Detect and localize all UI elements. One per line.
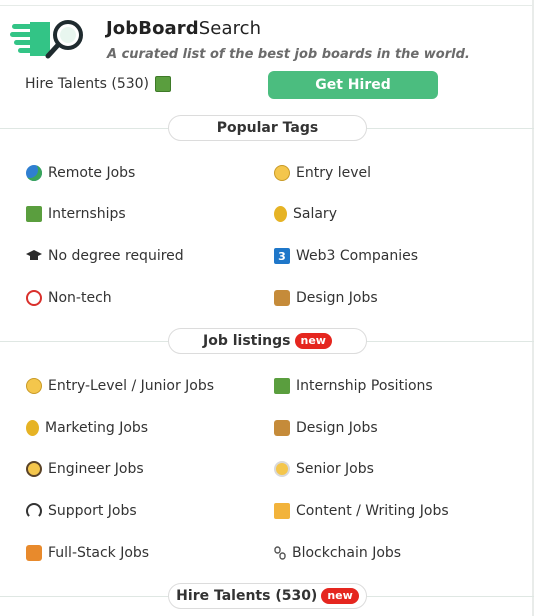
listing-label: Marketing Jobs — [45, 420, 149, 436]
tag-salary[interactable]: Salary — [274, 206, 337, 222]
baby-face-icon — [26, 378, 42, 394]
listing-label: Blockchain Jobs — [292, 545, 402, 561]
top-bar — [0, 0, 534, 6]
brand-title[interactable]: JobBoardSearch — [106, 18, 261, 39]
brand-name-light: Search — [198, 18, 262, 39]
new-badge: new — [294, 333, 332, 349]
graduation-cap-icon — [26, 248, 42, 264]
hire-talents-section-title: Hire Talents (530) — [176, 588, 318, 604]
listing-content-writing[interactable]: Content / Writing Jobs — [274, 503, 449, 519]
tag-entry-level[interactable]: Entry level — [274, 165, 371, 181]
student-icon — [26, 206, 42, 222]
hire-talents-label: Hire Talents (530) — [25, 76, 149, 92]
listing-label: Entry-Level / Junior Jobs — [48, 378, 215, 394]
listing-full-stack[interactable]: Full-Stack Jobs — [26, 545, 149, 561]
popular-tags-title: Popular Tags — [216, 120, 319, 136]
globe-icon — [26, 165, 42, 181]
listing-label: Content / Writing Jobs — [296, 503, 449, 519]
listing-label: Support Jobs — [48, 503, 137, 519]
nerd-face-icon — [26, 461, 42, 477]
tag-no-degree-required[interactable]: No degree required — [26, 248, 184, 264]
student-icon — [155, 76, 171, 92]
tag-non-tech[interactable]: Non-tech — [26, 290, 112, 306]
listing-label: Design Jobs — [296, 420, 378, 436]
tag-label: Internships — [48, 206, 126, 222]
get-hired-button[interactable]: Get Hired — [268, 71, 438, 99]
writing-hand-icon — [274, 503, 290, 519]
no-sign-icon — [26, 290, 42, 306]
tag-design-jobs[interactable]: Design Jobs — [274, 290, 378, 306]
tag-label: Non-tech — [48, 290, 112, 306]
headphones-icon — [26, 503, 42, 519]
listing-design[interactable]: Design Jobs — [274, 420, 378, 436]
tag-internships[interactable]: Internships — [26, 206, 126, 222]
listing-senior[interactable]: Senior Jobs — [274, 461, 374, 477]
student-icon — [274, 378, 290, 394]
tag-label: No degree required — [48, 248, 184, 264]
tag-label: Design Jobs — [296, 290, 378, 306]
listing-support[interactable]: Support Jobs — [26, 503, 137, 519]
listing-blockchain[interactable]: Blockchain Jobs — [274, 545, 401, 561]
tagline: A curated list of the best job boards in… — [107, 47, 470, 62]
older-person-icon — [274, 461, 290, 477]
hire-talents-header: Hire Talents (530) new — [168, 583, 367, 609]
listing-label: Senior Jobs — [296, 461, 374, 477]
listing-entry-level-junior[interactable]: Entry-Level / Junior Jobs — [26, 378, 214, 394]
listing-marketing[interactable]: Marketing Jobs — [26, 420, 148, 436]
popular-tags-header: Popular Tags — [168, 115, 367, 141]
number-three-icon: 3 — [274, 248, 290, 264]
baby-face-icon — [274, 165, 290, 181]
tag-label: Salary — [293, 206, 337, 222]
tag-label: Entry level — [296, 165, 371, 181]
stack-icon — [26, 545, 42, 561]
listing-label: Full-Stack Jobs — [48, 545, 150, 561]
money-bag-icon — [26, 420, 39, 436]
artist-icon — [274, 290, 290, 306]
tag-remote-jobs[interactable]: Remote Jobs — [26, 165, 135, 181]
listing-label: Internship Positions — [296, 378, 433, 394]
tag-label: Web3 Companies — [296, 248, 418, 264]
listing-label: Engineer Jobs — [48, 461, 144, 477]
new-badge: new — [321, 588, 359, 604]
artist-icon — [274, 420, 290, 436]
job-listings-title: Job listings — [203, 333, 291, 349]
listing-engineer[interactable]: Engineer Jobs — [26, 461, 144, 477]
brand-name-bold: JobBoard — [106, 18, 199, 39]
hire-talents-link[interactable]: Hire Talents (530) — [25, 76, 171, 92]
tag-web3-companies[interactable]: 3 Web3 Companies — [274, 248, 418, 264]
tag-label: Remote Jobs — [48, 165, 136, 181]
listing-internship-positions[interactable]: Internship Positions — [274, 378, 433, 394]
job-listings-header: Job listings new — [168, 328, 367, 354]
chain-icon — [274, 545, 286, 561]
money-bag-icon — [274, 206, 287, 222]
logo-icon[interactable] — [10, 18, 88, 64]
